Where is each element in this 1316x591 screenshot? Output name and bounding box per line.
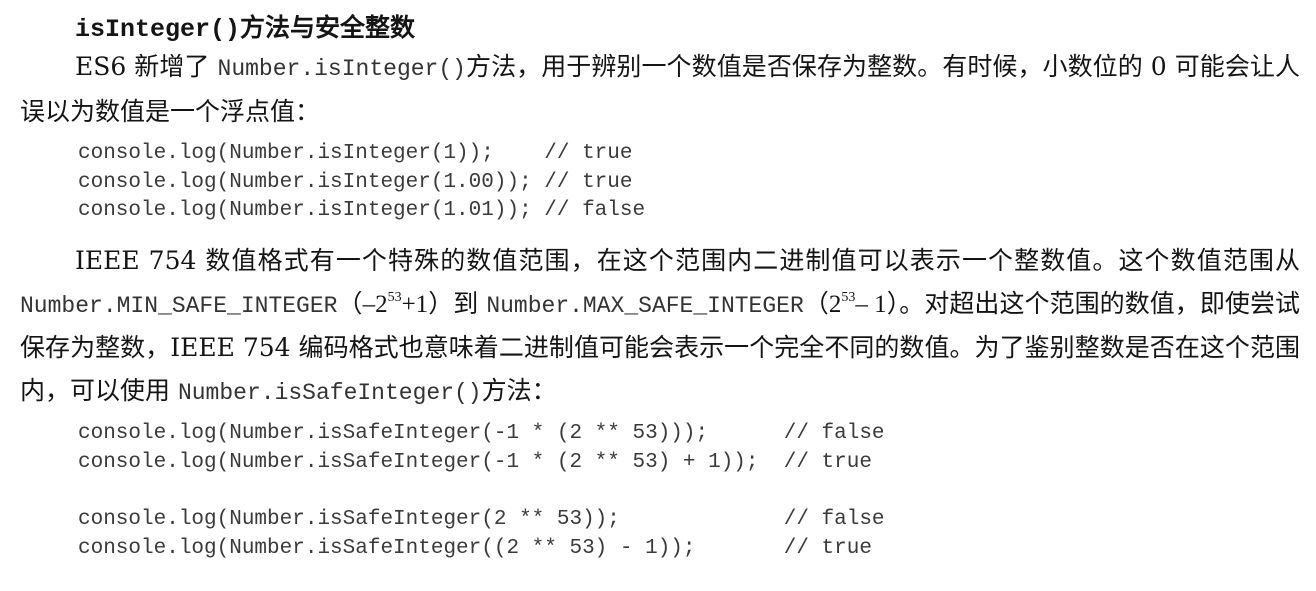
paren-close: ）。 xyxy=(886,288,925,318)
code-line: console.log(Number.isSafeInteger(-1 * (2… xyxy=(78,422,885,445)
min-expr-exponent: 53 xyxy=(387,289,402,305)
code-line: console.log(Number.isInteger(1.00)); // … xyxy=(78,170,633,194)
min-expr-base: –2 xyxy=(362,290,388,318)
min-safe-expression: –253+1 xyxy=(362,289,429,318)
code-line: console.log(Number.isSafeInteger(2 ** 53… xyxy=(78,508,885,531)
paren-open: （ xyxy=(337,288,363,318)
code-block-safe-integer-positive: console.log(Number.isSafeInteger(2 ** 53… xyxy=(78,506,885,563)
code-line: console.log(Number.isSafeInteger(-1 * (2… xyxy=(78,450,872,474)
min-expr-tail: +1 xyxy=(401,290,429,318)
paren-close-to: ）到 xyxy=(428,288,487,318)
inline-code-max-safe-integer: Number.MAX_SAFE_INTEGER xyxy=(486,292,804,319)
para1-text-1: ES6 新增了 xyxy=(75,52,218,81)
max-expr-exponent: 53 xyxy=(841,289,856,305)
inline-code-is-safe-integer: Number.isSafeInteger() xyxy=(177,379,482,406)
document-page: isInteger()方法与安全整数 ES6 新增了 Number.isInte… xyxy=(0,0,1316,591)
paragraph-is-integer: ES6 新增了 Number.isInteger()方法，用于辨别一个数值是否保… xyxy=(20,46,1300,133)
para2-text-1: IEEE 754 数值格式有一个特殊的数值范围，在这个范围内二进制值可以表示一个… xyxy=(75,246,1300,275)
inline-code-is-integer: Number.isInteger() xyxy=(217,56,466,82)
max-expr-base: 2 xyxy=(828,290,842,318)
code-line: console.log(Number.isSafeInteger((2 ** 5… xyxy=(78,536,872,560)
heading-text: 方法与安全整数 xyxy=(240,13,416,42)
code-line: console.log(Number.isInteger(1.01)); // … xyxy=(78,199,646,223)
max-expr-tail: – 1 xyxy=(855,290,887,318)
inline-code-min-safe-integer: Number.MIN_SAFE_INTEGER xyxy=(20,292,338,319)
paragraph-safe-integer: IEEE 754 数值格式有一个特殊的数值范围，在这个范围内二进制值可以表示一个… xyxy=(20,240,1300,414)
code-block-is-integer: console.log(Number.isInteger(1)); // tru… xyxy=(78,140,645,226)
heading-code: isInteger() xyxy=(75,15,241,44)
para2-text-3: 方法： xyxy=(481,375,557,405)
paren-open: （ xyxy=(803,288,829,318)
code-line: console.log(Number.isInteger(1)); // tru… xyxy=(78,142,633,165)
max-safe-expression: 253– 1 xyxy=(828,289,887,318)
section-heading: isInteger()方法与安全整数 xyxy=(75,8,415,44)
code-block-safe-integer-negative: console.log(Number.isSafeInteger(-1 * (2… xyxy=(78,420,885,477)
